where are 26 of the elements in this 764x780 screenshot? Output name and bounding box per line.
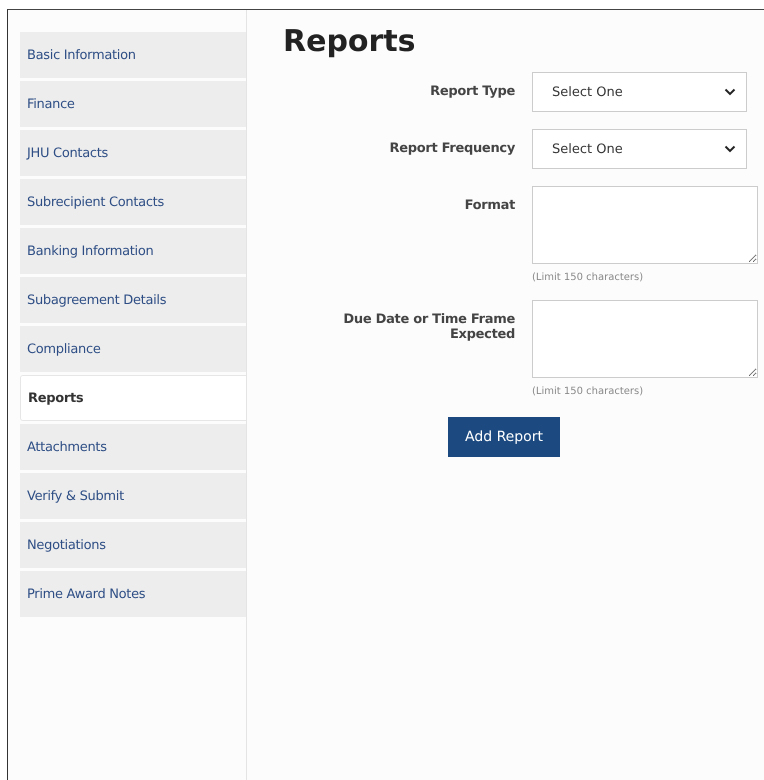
text-area[interactable] — [532, 300, 758, 378]
add-report-button[interactable]: Add Report — [448, 417, 560, 457]
sidebar-tab[interactable]: JHU Contacts — [20, 130, 246, 176]
sidebar-tab[interactable]: Reports — [20, 375, 246, 421]
field-label: Format — [464, 197, 515, 215]
sidebar-tab[interactable]: Prime Award Notes — [20, 571, 246, 617]
sidebar-tab[interactable]: Negotiations — [20, 522, 246, 568]
sidebar-tab[interactable]: Finance — [20, 81, 246, 127]
chevron-down-icon — [724, 88, 736, 96]
sidebar-tab[interactable]: Subagreement Details — [20, 277, 246, 323]
chevron-down-icon — [724, 145, 736, 153]
field-label: Due Date or Time Frame Expected — [342, 311, 515, 344]
sidebar-tab[interactable]: Verify & Submit — [20, 473, 246, 519]
field-label: Report Type — [429, 83, 515, 101]
sidebar-tab[interactable]: Compliance — [20, 326, 246, 372]
character-limit-hint: (Limit 150 characters) — [532, 272, 644, 283]
page-title: Reports — [283, 24, 417, 60]
sidebar-tab[interactable]: Subrecipient Contacts — [20, 179, 246, 225]
character-limit-hint: (Limit 150 characters) — [532, 386, 644, 397]
field-label: Report Frequency — [388, 140, 515, 158]
sidebar-tab[interactable]: Basic Information — [20, 32, 246, 78]
sidebar-tab[interactable]: Banking Information — [20, 228, 246, 274]
select-dropdown[interactable]: Select One — [532, 129, 747, 169]
sidebar-tab[interactable]: Attachments — [20, 424, 246, 470]
text-area[interactable] — [532, 186, 758, 264]
select-dropdown[interactable]: Select One — [532, 72, 747, 112]
